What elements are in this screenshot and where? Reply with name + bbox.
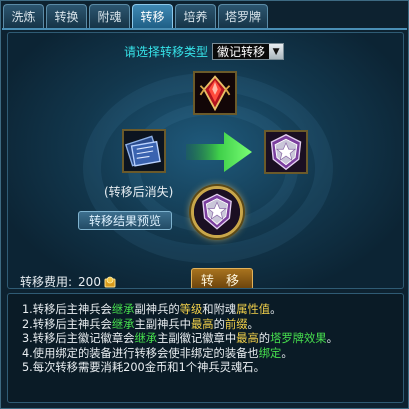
- note-line: 3.转移后主徽记徽章会继承主副徽记徽章中最高的塔罗牌效果。: [22, 332, 391, 347]
- transfer-type-row: 请选择转移类型 徽记转移 ▼: [124, 43, 285, 60]
- note-segment: 绑定: [258, 346, 282, 360]
- note-segment: 。: [326, 332, 338, 345]
- silver-badge-icon: [194, 189, 240, 235]
- secondary-lost-note: (转移后消失): [104, 185, 174, 199]
- silver-badge-icon: [266, 132, 306, 172]
- transfer-panel: 请选择转移类型 徽记转移 ▼ (转移后消失) 转移结果预览 转移费用: 200 …: [7, 32, 404, 289]
- note-segment: 。: [270, 303, 282, 316]
- chevron-down-icon[interactable]: ▼: [269, 44, 284, 59]
- arrow-right-icon: [186, 132, 252, 172]
- note-segment: 2.转移后主神兵会: [22, 317, 112, 331]
- notes-panel: 1.转移后主神兵会继承副神兵的等级和附魂属性值。 2.转移后主神兵会继承主副神兵…: [7, 293, 404, 403]
- note-segment: 继承: [111, 317, 135, 331]
- tab-tarot[interactable]: 塔罗牌: [218, 4, 269, 28]
- note-line: 2.转移后主神兵会继承主副神兵中最高的前缀。: [22, 318, 391, 333]
- note-segment: 1.转移后主神兵会: [22, 303, 112, 316]
- red-gem-icon: [195, 73, 235, 113]
- tab-divider: [2, 28, 407, 30]
- secondary-item-slot[interactable]: [122, 129, 166, 173]
- tab-cultivate[interactable]: 培养: [175, 4, 216, 28]
- transfer-type-value: 徽记转移: [217, 45, 266, 59]
- note-segment: 副神兵的: [134, 303, 180, 316]
- main-item-slot[interactable]: [264, 130, 308, 174]
- tab-enchant[interactable]: 附魂: [89, 4, 130, 28]
- note-segment: 主副徽记徽章中: [157, 332, 237, 345]
- note-segment: 3.转移后主徽记徽章会: [22, 332, 135, 345]
- note-segment: 属性值: [236, 303, 271, 316]
- note-segment: 继承: [134, 332, 158, 345]
- transfer-button[interactable]: 转 移: [191, 268, 253, 288]
- tab-refine[interactable]: 洗炼: [3, 4, 44, 28]
- note-line: 5.每次转移需要消耗200金币和1个神兵灵魂石。: [22, 361, 391, 376]
- note-segment: 的: [213, 317, 225, 331]
- note-segment: 。: [247, 317, 259, 331]
- tab-transfer[interactable]: 转移: [132, 4, 173, 28]
- cost-row: 转移费用: 200: [20, 273, 116, 289]
- transfer-type-select[interactable]: 徽记转移 ▼: [212, 43, 285, 60]
- note-segment: 主副神兵中: [134, 317, 191, 331]
- note-segment: 的: [258, 332, 271, 345]
- note-segment: 塔罗牌效果: [270, 332, 327, 345]
- cost-label: 转移费用:: [20, 275, 73, 289]
- material-slot[interactable]: [193, 71, 237, 115]
- transfer-type-label: 请选择转移类型: [124, 45, 209, 59]
- note-segment: 最高: [190, 317, 214, 331]
- note-segment: 4.使用绑定的装备进行转移会使非绑定的装备也: [22, 346, 259, 360]
- note-segment: 最高: [236, 332, 259, 345]
- result-slot[interactable]: [191, 186, 243, 238]
- tab-bar: 洗炼 转换 附魂 转移 培养 塔罗牌: [3, 4, 269, 28]
- note-segment: 。: [281, 346, 293, 360]
- blue-card-icon: [124, 131, 164, 171]
- note-segment: 等级: [179, 303, 203, 316]
- note-line: 1.转移后主神兵会继承副神兵的等级和附魂属性值。: [22, 303, 391, 318]
- note-segment: 和附魂: [202, 303, 237, 316]
- transfer-window: 洗炼 转换 附魂 转移 培养 塔罗牌 请选择转移类型 徽记转移 ▼ (转移后消失…: [0, 0, 409, 409]
- note-segment: 前缀: [224, 317, 248, 331]
- note-segment: 5.每次转移需要消耗200金币和1个神兵灵魂石。: [22, 361, 265, 374]
- gold-coin-icon: [104, 276, 116, 287]
- preview-result-button[interactable]: 转移结果预览: [78, 211, 172, 230]
- cost-value: 200: [78, 274, 101, 289]
- tab-convert[interactable]: 转换: [46, 4, 87, 28]
- note-line: 4.使用绑定的装备进行转移会使非绑定的装备也绑定。: [22, 347, 391, 362]
- note-segment: 继承: [111, 303, 135, 316]
